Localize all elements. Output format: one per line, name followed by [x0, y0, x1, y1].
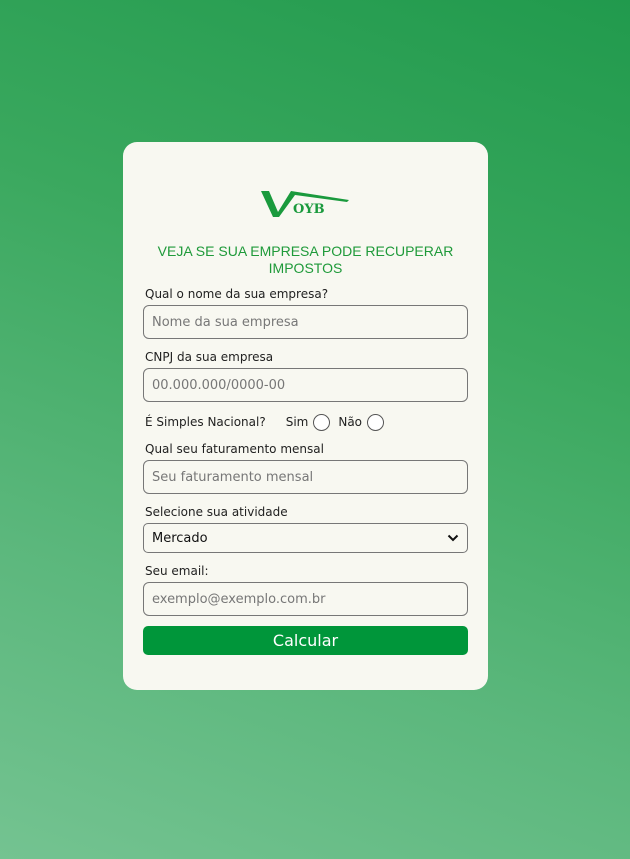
simples-yes-radio[interactable] [313, 413, 331, 431]
email-input[interactable] [143, 582, 468, 616]
simples-nacional-group: É Simples Nacional? Sim Não [145, 412, 385, 432]
cnpj-label: CNPJ da sua empresa [145, 350, 274, 364]
company-label: Qual o nome da sua empresa? [145, 287, 329, 301]
svg-text:OYB: OYB [293, 202, 325, 217]
activity-label: Selecione sua atividade [145, 505, 288, 519]
revenue-label: Qual seu faturamento mensal [145, 442, 324, 456]
simples-no-radio[interactable] [367, 413, 385, 431]
revenue-input[interactable] [143, 460, 468, 494]
activity-selected-value: Mercado [152, 530, 208, 546]
form-card: OYB VEJA SE SUA EMPRESA PODE RECUPERAR I… [123, 142, 488, 690]
page-title: VEJA SE SUA EMPRESA PODE RECUPERAR IMPOS… [157, 243, 454, 276]
simples-label: É Simples Nacional? [145, 415, 266, 429]
email-label: Seu email: [145, 564, 209, 578]
chevron-down-icon [447, 534, 459, 542]
voyb-logo: OYB [261, 191, 349, 217]
cnpj-input[interactable] [143, 368, 468, 402]
simples-no-label: Não [338, 415, 363, 429]
activity-select[interactable]: Mercado [143, 523, 468, 553]
calculate-button[interactable]: Calcular [143, 626, 468, 655]
simples-yes-label: Sim [285, 415, 309, 429]
company-name-input[interactable] [143, 305, 468, 339]
